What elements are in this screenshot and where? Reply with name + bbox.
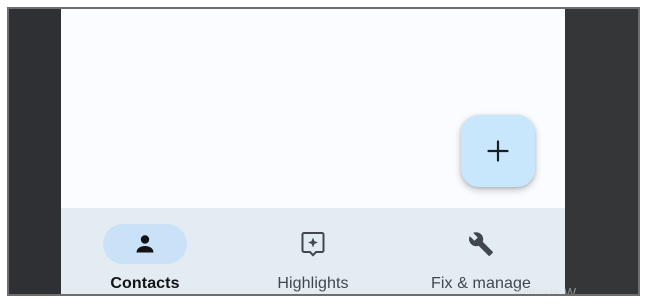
screenshot-frame: Contacts Highlights Fix & manage Activat… [7,7,640,296]
add-contact-button[interactable] [461,115,535,187]
nav-item-contacts[interactable]: Contacts [61,208,229,294]
bottom-navigation-bar: Contacts Highlights Fix & manage [61,208,565,294]
right-side-bar [565,9,638,294]
person-icon [136,235,154,253]
wrench-icon [469,232,493,256]
nav-item-label: Highlights [277,275,349,292]
activate-windows-watermark: Activate W [514,285,577,296]
sparkle-message-icon [301,232,325,257]
nav-item-label: Contacts [110,275,180,292]
nav-icon-container [271,224,355,264]
plus-icon [487,140,509,162]
nav-item-fix-manage[interactable]: Fix & manage [397,208,565,294]
contacts-app-screen: Contacts Highlights Fix & manage [61,9,565,294]
nav-icon-container [439,224,523,264]
nav-item-highlights[interactable]: Highlights [229,208,397,294]
active-indicator-pill [103,224,187,264]
